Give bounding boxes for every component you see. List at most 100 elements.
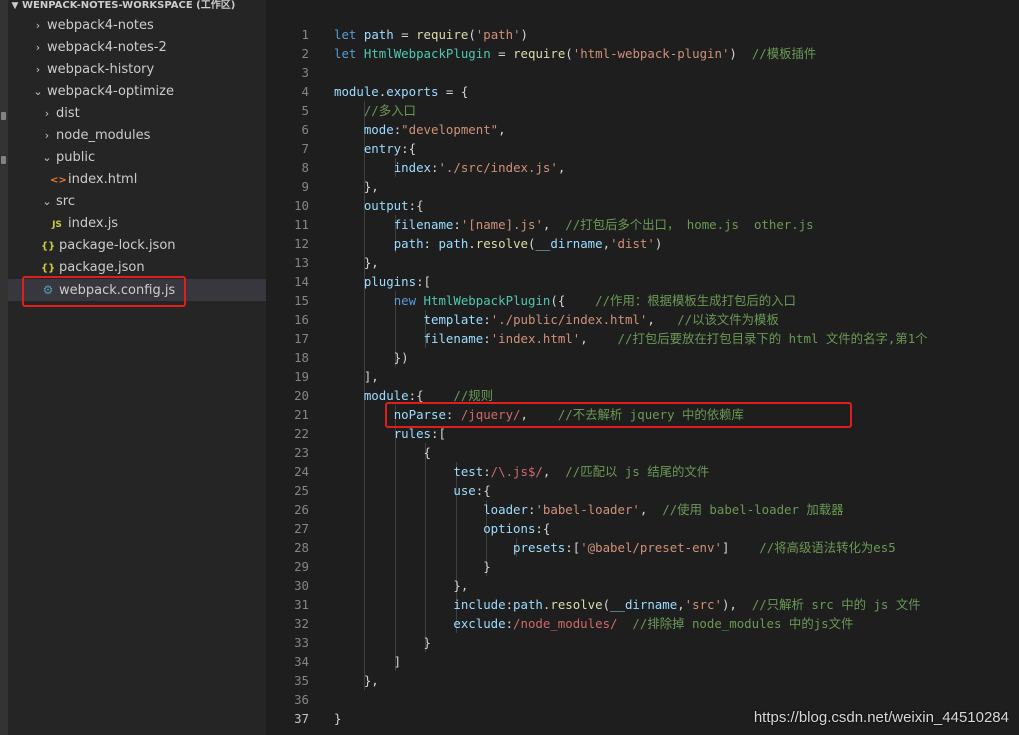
code-line: 11 filename:'[name].js', //打包后多个出口， home… [266, 215, 814, 234]
line-number: 36 [294, 692, 309, 707]
code-token: "development" [401, 122, 499, 137]
code-token: :{ [408, 388, 454, 403]
code-token: = [490, 46, 514, 61]
code-line: 30 }, [266, 576, 468, 595]
tree-item-index-js[interactable]: JS index.js [8, 213, 266, 235]
line-number: 10 [294, 198, 309, 213]
line-number: 32 [294, 616, 309, 631]
code-token: { [334, 445, 431, 460]
code-line: 24 test:/\.js$/, //匹配以 js 结尾的文件 [266, 462, 709, 481]
code-token: 'dist' [610, 236, 655, 251]
tree-item-label: public [56, 150, 96, 165]
tree-item-src[interactable]: ⌄ src [8, 191, 266, 213]
code-token: ) [729, 46, 752, 61]
line-number: 29 [294, 559, 309, 574]
code-line: 8 index:'./src/index.js', [266, 158, 566, 177]
line-number: 31 [294, 597, 309, 612]
code-token: path [363, 27, 394, 42]
code-token: } [334, 559, 491, 574]
code-token: resolve [475, 236, 528, 251]
code-token: }, [334, 673, 379, 688]
code-line: 29 } [266, 557, 491, 576]
workspace-section-header[interactable]: ▼ WENPACK-NOTES-WORKSPACE (工作区) [8, 0, 266, 14]
code-line: 15 new HtmlWebpackPlugin({ //作用：根据模板生成打包… [266, 291, 796, 310]
code-token: : [483, 331, 491, 346]
tree-item-index-html[interactable]: <>index.html [8, 169, 266, 191]
code-editor[interactable]: 1 let path = require('path') 2 let HtmlWebp… [266, 0, 1019, 735]
code-token: ( [468, 27, 476, 42]
code-line: 25 use:{ [266, 481, 491, 500]
code-token: : [505, 597, 514, 612]
tree-item-label: webpack4-notes-2 [47, 40, 167, 55]
code-line: 13 }, [266, 253, 379, 272]
code-token: filename [393, 217, 454, 232]
code-line: 37} [266, 709, 341, 728]
chevron-down-icon: ⌄ [42, 151, 52, 164]
code-token: }, [334, 255, 379, 270]
code-line: 9 }, [266, 177, 379, 196]
line-number: 19 [294, 369, 309, 384]
chevron-right-icon: › [35, 19, 41, 32]
code-token: './public/index.html' [490, 312, 648, 327]
code-token: module [363, 388, 409, 403]
chevron-right-icon: › [35, 63, 41, 76]
chevron-right-icon: › [35, 41, 41, 54]
code-token: path [393, 236, 424, 251]
code-token: = { [438, 84, 469, 99]
line-number: 15 [294, 293, 309, 308]
highlight-box-noparse [385, 402, 852, 428]
code-token: '[name].js' [460, 217, 543, 232]
chevron-down-icon: ▼ [11, 1, 19, 11]
code-line: 14 plugins:[ [266, 272, 431, 291]
tree-item-dist[interactable]: › dist [8, 103, 266, 125]
code-line: 19 ], [266, 367, 379, 386]
chevron-right-icon: › [44, 129, 50, 142]
chevron-right-icon: › [44, 107, 50, 120]
code-line: 33 } [266, 633, 431, 652]
activity-icon-fragment [1, 112, 6, 120]
line-number: 25 [294, 483, 309, 498]
line-number: 3 [301, 65, 309, 80]
tree-item-label: dist [56, 106, 80, 121]
watermark: https://blog.csdn.net/weixin_44510284 [753, 709, 1009, 726]
code-token: plugins [363, 274, 417, 289]
code-token: options [483, 521, 536, 536]
code-token: , [647, 312, 678, 327]
line-number: 26 [294, 502, 309, 517]
code-line: 26 loader:'babel-loader', //使用 babel-loa… [266, 500, 844, 519]
code-token: : [505, 616, 514, 631]
code-token: ) [520, 27, 529, 42]
line-number: 30 [294, 578, 309, 593]
code-token: }) [334, 350, 409, 365]
tree-item-webpack4-optimize[interactable]: ⌄ webpack4-optimize [8, 81, 266, 103]
tree-item-webpack4-notes-2[interactable]: › webpack4-notes-2 [8, 37, 266, 59]
tree-item-webpack4-notes[interactable]: › webpack4-notes [8, 15, 266, 37]
tree-item-package-lock-json[interactable]: {} package-lock.json [8, 235, 266, 257]
tree-item-node-modules[interactable]: › node_modules [8, 125, 266, 147]
code-token: presets [513, 540, 566, 555]
code-token: }, [334, 578, 469, 593]
tree-item-public[interactable]: ⌄ public [8, 147, 266, 169]
line-number: 35 [294, 673, 309, 688]
code-line: 5 //多入口 [266, 101, 416, 120]
chevron-down-icon: ⌄ [42, 195, 52, 208]
code-token: './src/index.js' [438, 160, 558, 175]
tree-item-webpack-history[interactable]: › webpack-history [8, 59, 266, 81]
tree-item-label: webpack4-notes [47, 18, 154, 33]
code-token: require [416, 27, 469, 42]
code-token: HtmlWebpackPlugin [423, 293, 551, 308]
code-token: HtmlWebpackPlugin [363, 46, 491, 61]
code-token: :[ [565, 540, 581, 555]
code-line: 3 [266, 63, 334, 82]
